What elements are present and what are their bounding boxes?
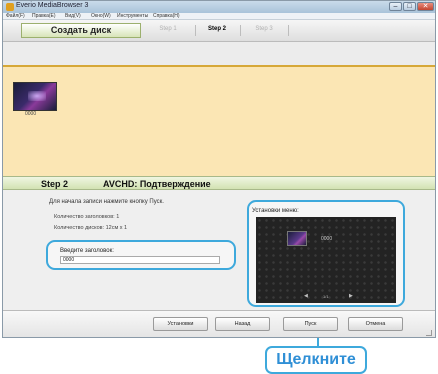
step-3-indicator: Step 3 (255, 26, 273, 32)
disc-title-group: Введите заголовок: 0000 (46, 240, 236, 270)
create-disc-label: Создать диск (21, 23, 141, 38)
menu-page-indicator: 1/1 (323, 294, 329, 299)
title-input[interactable]: 0000 (60, 256, 220, 264)
minimize-button[interactable]: – (389, 2, 402, 11)
window-title: Everio MediaBrowser 3 (16, 2, 89, 9)
thumbnail-label: 0000 (25, 111, 37, 117)
menu-preview-title: 0000 (321, 236, 333, 242)
menu-preview[interactable]: 0000 ◀ 1/1 ▶ (256, 217, 396, 303)
prev-page-icon: ◀ (304, 293, 308, 299)
title-bar: Everio MediaBrowser 3 – □ ✕ (3, 1, 435, 13)
menu-bar: Файл(F) Правка(E) Вид(V) Окно(W) Инструм… (3, 13, 435, 20)
step-header: Step 2 AVCHD: Подтверждение (3, 176, 435, 190)
back-button[interactable]: Назад (215, 317, 270, 331)
step-divider (288, 25, 289, 36)
toolbar-strip (3, 42, 435, 66)
menu-item-view[interactable]: Вид(V) (65, 13, 81, 20)
step-header-number: Step 2 (41, 179, 69, 189)
step-bar: Создать диск Step 1 Step 2 Step 3 (3, 20, 435, 42)
menu-item-help[interactable]: Справка(H) (153, 13, 180, 20)
start-button[interactable]: Пуск (283, 317, 338, 331)
next-page-icon: ▶ (349, 293, 353, 299)
confirmation-panel: Для начала записи нажмите кнопку Пуск. К… (3, 190, 435, 310)
app-window: Everio MediaBrowser 3 – □ ✕ Файл(F) Прав… (2, 0, 436, 338)
menu-item-window[interactable]: Окно(W) (91, 13, 111, 20)
close-button[interactable]: ✕ (417, 2, 434, 11)
menu-item-tools[interactable]: Инструменты (117, 13, 148, 20)
discs-count: Количество дисков: 12см x 1 (54, 225, 128, 231)
thumbnail-image (28, 91, 46, 101)
instruction-text: Для начала записи нажмите кнопку Пуск. (49, 199, 164, 205)
video-thumbnail[interactable] (13, 82, 57, 111)
step-header-title: AVCHD: Подтверждение (103, 179, 211, 189)
step-divider (195, 25, 196, 36)
menu-settings-label: Установки меню: (252, 208, 299, 214)
settings-button[interactable]: Установки (153, 317, 208, 331)
step-1-indicator: Step 1 (159, 26, 177, 32)
menu-preview-thumbnail (287, 231, 307, 246)
title-field-label: Введите заголовок: (60, 248, 114, 254)
app-icon (6, 3, 14, 11)
click-callout: Щелкните (265, 346, 367, 374)
resize-grip-icon[interactable] (426, 330, 432, 336)
titles-count: Количество заголовков: 1 (54, 214, 120, 220)
menu-item-edit[interactable]: Правка(E) (32, 13, 56, 20)
step-divider (240, 25, 241, 36)
step-2-indicator: Step 2 (207, 26, 226, 32)
selected-files-area: 0000 (3, 67, 435, 176)
maximize-button[interactable]: □ (403, 2, 416, 11)
bottom-bar: Установки Назад Пуск Отмена (3, 310, 435, 337)
menu-item-file[interactable]: Файл(F) (6, 13, 25, 20)
cancel-button[interactable]: Отмена (348, 317, 403, 331)
menu-settings-group: Установки меню: 0000 ◀ 1/1 ▶ (247, 200, 405, 307)
